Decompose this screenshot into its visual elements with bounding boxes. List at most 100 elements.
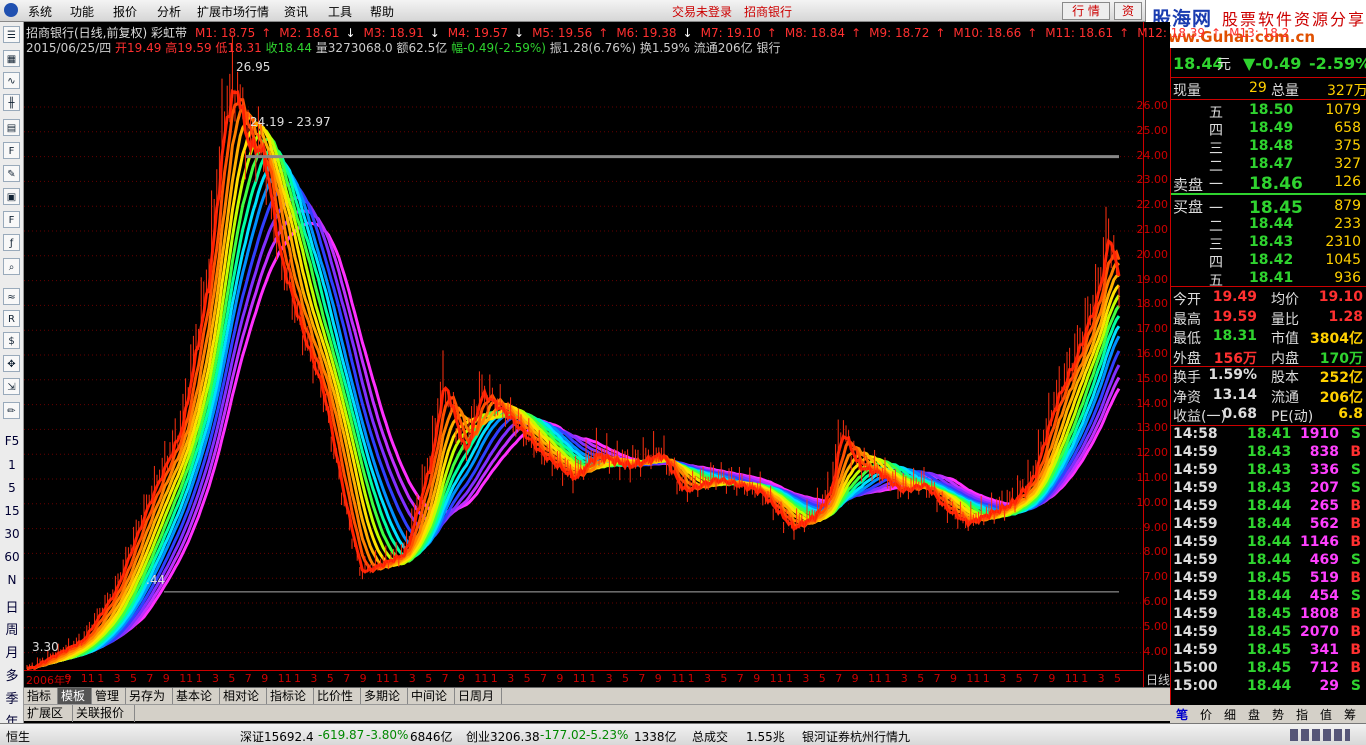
x-tick: 9 <box>556 672 564 685</box>
tab-1[interactable]: 模板 <box>58 688 92 705</box>
tab-6[interactable]: 指标论 <box>267 688 314 705</box>
info-button[interactable]: 资 <box>1114 2 1142 20</box>
buy-level-name: 二 <box>1209 219 1223 235</box>
tick-row: 14:59 18.45 519 B <box>1171 570 1366 588</box>
quote-tab-3[interactable]: 盘 <box>1248 706 1260 723</box>
calendar-icon[interactable]: ▣ <box>3 188 20 205</box>
kline-chart[interactable]: 26.95 24.19 - 23.97 3.30 .44 招商银行(日线,前复权) 彩… <box>24 22 1289 702</box>
x-tick: 9 <box>753 672 761 685</box>
quote-tab-0[interactable]: 笔 <box>1176 706 1188 723</box>
period-5min[interactable]: 5 <box>0 481 24 495</box>
period-1min[interactable]: 1 <box>0 458 24 472</box>
y-tick: 9.00 <box>1143 520 1169 534</box>
period-15min[interactable]: 15 <box>0 504 24 518</box>
move-icon[interactable]: ✥ <box>3 355 20 372</box>
grid-icon[interactable]: ▦ <box>3 50 20 67</box>
report-icon[interactable]: ▤ <box>3 119 20 136</box>
ma-legend-item: M13: 18.2 <box>1229 26 1290 40</box>
period-n[interactable]: N <box>0 573 24 587</box>
menu-quote[interactable]: 报价 <box>113 3 137 20</box>
tab-8[interactable]: 多期论 <box>361 688 408 705</box>
status-shenzhen[interactable]: 深证15692.4 <box>240 728 314 745</box>
quote-tab-5[interactable]: 指 <box>1296 706 1308 723</box>
quote-list-icon[interactable]: ☰ <box>3 26 20 43</box>
menu-system[interactable]: 系统 <box>28 3 52 20</box>
f12-icon[interactable]: F <box>3 211 20 228</box>
period-quarter[interactable]: 季 <box>0 688 24 707</box>
buy-level[interactable]: 四 18.42 1045 <box>1171 252 1366 271</box>
period-f5[interactable]: F5 <box>0 434 24 448</box>
period-month[interactable]: 月 <box>0 642 24 661</box>
tab-7[interactable]: 比价性 <box>314 688 361 705</box>
ext-tab-1[interactable]: 关联报价 <box>73 705 135 722</box>
tab-2[interactable]: 管理 <box>92 688 126 705</box>
period-60min[interactable]: 60 <box>0 550 24 564</box>
quote-tab-2[interactable]: 细 <box>1224 706 1236 723</box>
quote-tab-6[interactable]: 值 <box>1320 706 1332 723</box>
x-tick: 9 <box>654 672 662 685</box>
buy-level[interactable]: 三 18.43 2310 <box>1171 234 1366 253</box>
x-tick: 9 <box>458 672 465 685</box>
x-tick: 7 <box>1032 672 1039 685</box>
tab-0[interactable]: 指标 <box>24 688 58 705</box>
rainbow-band-chart[interactable]: 26.95 24.19 - 23.97 3.30 .44 <box>24 22 1143 670</box>
status-hang-seng[interactable]: 恒生 <box>6 728 30 745</box>
buy-level[interactable]: 二 18.44 233 <box>1171 216 1366 235</box>
market-button[interactable]: 行 情 <box>1062 2 1110 20</box>
extension-tabs: 扩展区 关联报价 <box>24 704 1170 722</box>
ext-tab-0[interactable]: 扩展区 <box>24 705 73 722</box>
tick-price: 18.43 <box>1247 480 1292 496</box>
money-icon[interactable]: $ <box>3 332 20 349</box>
y-tick: 25.00 <box>1136 123 1169 137</box>
tick-row: 15:00 18.44 29 S <box>1171 678 1366 696</box>
pencil-icon[interactable]: ✏ <box>3 402 20 419</box>
tab-10[interactable]: 日周月 <box>455 688 502 705</box>
sell-level[interactable]: 四 18.49 658 <box>1171 120 1366 139</box>
line-chart-icon[interactable]: ∿ <box>3 72 20 89</box>
status-sz-change: -619.87 <box>318 728 365 742</box>
tab-3[interactable]: 另存为 <box>126 688 173 705</box>
x-tick: 11 <box>179 672 194 685</box>
trend-icon[interactable]: ≈ <box>3 288 20 305</box>
tick-time: 14:59 <box>1173 552 1218 568</box>
tab-9[interactable]: 中间论 <box>408 688 455 705</box>
y-tick: 4.00 <box>1143 644 1169 658</box>
export-icon[interactable]: ⇲ <box>3 378 20 395</box>
period-30min[interactable]: 30 <box>0 527 24 541</box>
stat-label: 流通 <box>1271 389 1299 406</box>
menu-help[interactable]: 帮助 <box>370 3 394 20</box>
sell-level[interactable]: 二 18.47 327 <box>1171 156 1366 175</box>
status-chinext[interactable]: 创业3206.38 <box>466 728 540 745</box>
stock-name-link[interactable]: 招商银行 <box>744 3 792 20</box>
tab-4[interactable]: 基本论 <box>173 688 220 705</box>
period-multi[interactable]: 多 <box>0 665 24 684</box>
notes-icon[interactable]: ✎ <box>3 165 20 182</box>
menu-function[interactable]: 功能 <box>70 3 94 20</box>
tick-volume: 29 <box>1319 678 1339 694</box>
buy-price: 18.42 <box>1249 252 1294 268</box>
x-tick: 11 <box>277 672 292 685</box>
candlestick-icon[interactable]: ╫ <box>3 94 20 111</box>
quote-tab-1[interactable]: 价 <box>1200 706 1212 723</box>
sell-level[interactable]: 三 18.48 375 <box>1171 138 1366 157</box>
menu-news[interactable]: 资讯 <box>284 3 308 20</box>
period-day[interactable]: 日 <box>0 597 24 616</box>
trade-status[interactable]: 交易未登录 <box>672 3 732 20</box>
menu-extended-market[interactable]: 扩展市场行情 <box>197 3 269 20</box>
f10-icon[interactable]: F <box>3 142 20 159</box>
menu-tools[interactable]: 工具 <box>328 3 352 20</box>
x-tick: 3 <box>507 672 515 685</box>
sell-level[interactable]: 五 18.50 1079 <box>1171 102 1366 121</box>
tick-price: 18.41 <box>1247 426 1292 442</box>
tab-5[interactable]: 相对论 <box>220 688 267 705</box>
period-week[interactable]: 周 <box>0 619 24 638</box>
search-icon[interactable]: ⌕ <box>3 258 20 275</box>
info-low: 低18.31 <box>215 41 262 55</box>
rsi-icon[interactable]: R <box>3 310 20 327</box>
tick-price: 18.44 <box>1247 678 1292 694</box>
quote-tab-4[interactable]: 势 <box>1272 706 1284 723</box>
quote-tab-7[interactable]: 筹 <box>1344 706 1356 723</box>
buy-volume: 1045 <box>1325 252 1361 268</box>
function-icon[interactable]: ƒ <box>3 234 20 251</box>
menu-analysis[interactable]: 分析 <box>157 3 181 20</box>
